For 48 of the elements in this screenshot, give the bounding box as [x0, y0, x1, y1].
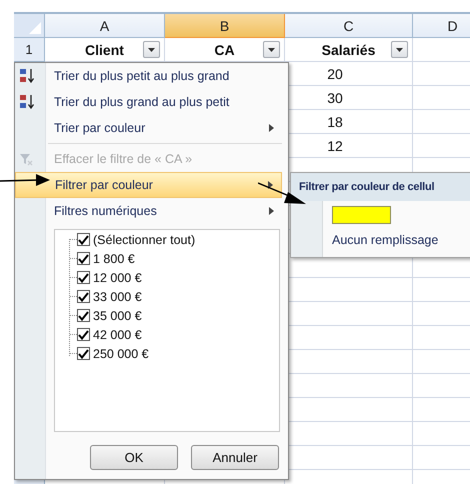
checkbox[interactable]	[77, 252, 90, 265]
column-header[interactable]: B	[165, 14, 285, 38]
column-header[interactable]: C	[285, 14, 413, 38]
checkbox[interactable]	[77, 309, 90, 322]
column-header[interactable]: A	[45, 14, 165, 38]
checkbox-label: 12 000 €	[93, 270, 142, 284]
checkbox-label: 42 000 €	[93, 328, 142, 342]
table-cell-text: 12	[326, 138, 344, 154]
menu-item[interactable]: Filtres numériques	[15, 198, 282, 224]
table-header-cell: Salariés	[322, 42, 376, 58]
caret-icon	[396, 48, 403, 52]
arrow	[0, 174, 50, 188]
submenu-title: Filtrer par couleur de cellul	[291, 173, 470, 201]
checkbox[interactable]	[77, 271, 90, 284]
checkbox-label: (Sélectionner tout)	[93, 232, 196, 246]
filter-dropdown-button[interactable]	[263, 41, 280, 58]
checkbox-label: 250 000 €	[93, 346, 149, 360]
table-cell-text: 30	[326, 90, 344, 106]
checkbox-label: 1 800 €	[93, 252, 135, 266]
sort-ascending-icon	[19, 68, 35, 84]
menu-item[interactable]: Trier du plus grand au plus petit	[15, 89, 282, 115]
submenu-gutter-background	[291, 201, 323, 257]
checkbox-label: 35 000 €	[93, 308, 142, 322]
checkbox[interactable]	[77, 233, 90, 246]
menu-item[interactable]: Trier par couleur	[15, 115, 282, 141]
filter-dropdown-button[interactable]	[391, 41, 408, 58]
caret-icon	[148, 48, 155, 52]
checkbox[interactable]	[77, 347, 90, 360]
column-header[interactable]: D	[413, 14, 470, 38]
table-cell-text: 18	[326, 114, 344, 130]
color-swatch[interactable]	[332, 206, 391, 224]
table-cell-text: 20	[326, 66, 344, 82]
checkbox[interactable]	[77, 328, 90, 341]
menu-item[interactable]: Trier du plus petit au plus grand	[15, 63, 282, 89]
checkbox[interactable]	[77, 290, 90, 303]
cancel-button[interactable]: Annuler	[191, 445, 279, 470]
sort-descending-icon	[19, 94, 35, 110]
menu-item[interactable]: Aucun remplissage	[332, 233, 438, 247]
caret-icon	[268, 48, 275, 52]
filter-dropdown-button[interactable]	[143, 41, 160, 58]
checkbox-label: 33 000 €	[93, 290, 142, 304]
funnel-icon	[19, 152, 33, 166]
table-header-cell: Client	[85, 42, 124, 58]
ok-button[interactable]: OK	[90, 445, 178, 470]
row-number: 1	[14, 38, 45, 62]
menu-item[interactable]: Filtrer par couleur	[15, 172, 282, 198]
table-header-cell: CA	[214, 42, 235, 58]
triangle-icon	[29, 22, 41, 34]
